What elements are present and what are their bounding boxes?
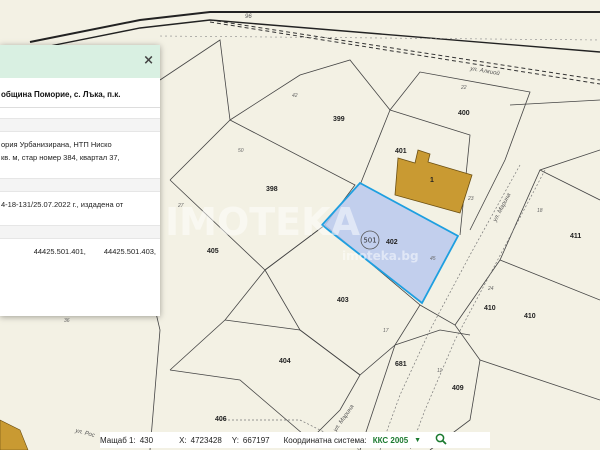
scale-label: Мащаб 1: (100, 435, 136, 445)
svg-text:23: 23 (467, 196, 474, 202)
svg-text:17: 17 (383, 328, 389, 334)
parcel-label-409: 409 (452, 385, 464, 392)
popup-body: ория Урбанизирана, НТП Ниско кв. м, стар… (0, 108, 160, 258)
popup-separator (0, 118, 160, 132)
close-icon[interactable]: × (143, 53, 154, 68)
parcel-label-398: 398 (266, 186, 278, 193)
svg-text:11: 11 (437, 368, 442, 374)
svg-text:36: 36 (64, 318, 70, 324)
parcel-label-401: 401 (395, 148, 407, 155)
svg-text:18: 18 (537, 208, 543, 214)
search-icon[interactable] (435, 433, 447, 447)
cadastral-id[interactable]: 44425.501.403, (104, 245, 156, 258)
svg-text:45: 45 (430, 256, 436, 262)
popup-line: 4-18-131/25.07.2022 г., издадена от (1, 200, 124, 209)
x-value: 4723428 (190, 435, 222, 445)
cadastral-id[interactable]: 44425.501.401, (34, 245, 86, 258)
popup-ids: 44425.501.401, 44425.501.403, (0, 245, 160, 258)
y-value: 667197 (242, 435, 270, 445)
y-label: Y: (231, 435, 239, 445)
parcel-label-406: 406 (215, 416, 227, 423)
svg-text:24: 24 (487, 286, 494, 292)
parcel-label-403: 403 (337, 297, 349, 304)
parcel-info-popup: × община Поморие, с. Лъка, п.к. ория Урб… (0, 45, 160, 316)
svg-text:42: 42 (292, 93, 298, 99)
parcel-label-410: 410 (484, 305, 496, 312)
svg-text:22: 22 (460, 85, 467, 91)
coord-sys-select[interactable]: ККС 2005 (373, 436, 408, 445)
popup-title: община Поморие, с. Лъка, п.к. (0, 78, 160, 108)
svg-text:50: 50 (238, 148, 244, 154)
parcel-label-399: 399 (333, 116, 345, 123)
svg-text:501: 501 (363, 237, 376, 245)
parcel-label-404: 404 (279, 358, 291, 365)
popup-header: × (0, 45, 160, 78)
building-label: 1 (430, 177, 434, 184)
parcel-label-410b: 410 (524, 313, 536, 320)
svg-text:imoteka.bg: imoteka.bg (342, 249, 419, 263)
popup-separator (0, 225, 160, 239)
parcel-label-405: 405 (207, 248, 219, 255)
top-road-label: 96 (245, 14, 252, 20)
parcel-label-411: 411 (570, 233, 581, 240)
parcel-label-402: 402 (386, 239, 398, 246)
scale-value: 430 (139, 435, 154, 445)
popup-line: кв. м, стар номер 384, квартал 37, (1, 153, 120, 162)
status-bar: Мащаб 1: 430 X: 4723428 Y: 667197 Коорди… (100, 432, 490, 448)
parcel-label-400: 400 (458, 110, 470, 117)
coord-sys-label: Координатна система: (283, 435, 367, 445)
chevron-down-icon[interactable]: ▼ (414, 437, 421, 444)
popup-line: ория Урбанизирана, НТП Ниско (1, 140, 112, 149)
svg-text:IMOTEKA: IMOTEKA (165, 200, 361, 244)
x-label: X: (179, 435, 187, 445)
popup-separator (0, 178, 160, 192)
parcel-label-681: 681 (395, 361, 407, 368)
